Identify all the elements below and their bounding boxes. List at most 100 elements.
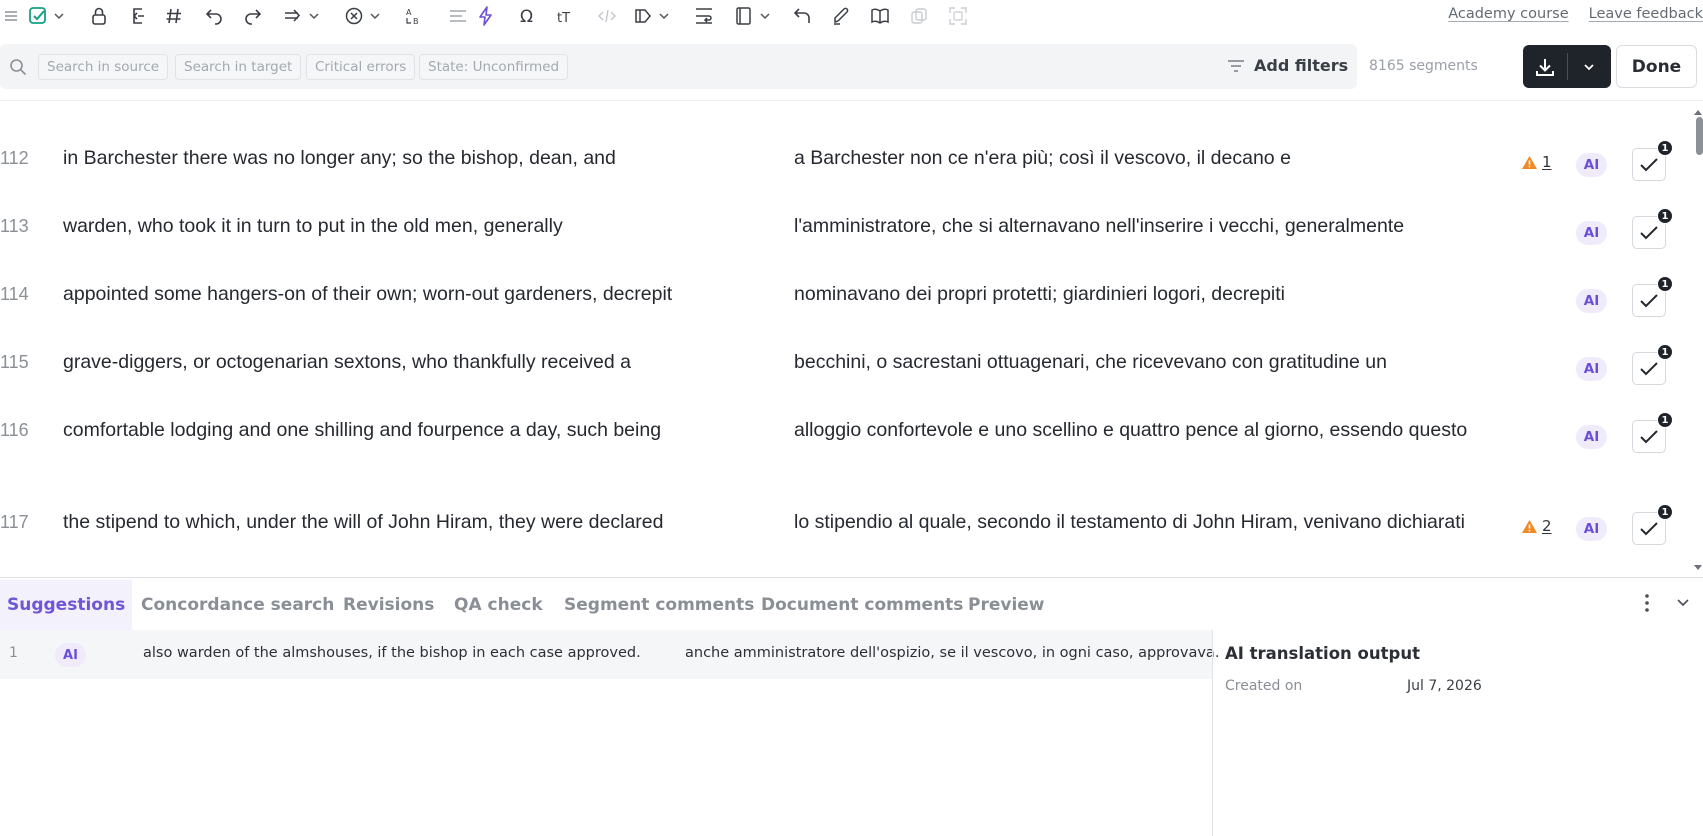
duplicate-icon[interactable]: [909, 4, 929, 28]
segment-source: comfortable lodging and one shilling and…: [63, 419, 662, 441]
done-button[interactable]: Done: [1616, 45, 1697, 88]
more-options-icon[interactable]: [1640, 592, 1654, 618]
segment-number: 117: [0, 512, 29, 532]
lock-icon[interactable]: [90, 4, 108, 28]
undo-icon[interactable]: [204, 4, 224, 28]
check-icon: [1640, 429, 1658, 443]
segment-target[interactable]: l'amministratore, che si alternavano nel…: [794, 214, 1474, 239]
tab-revisions[interactable]: Revisions: [336, 580, 441, 630]
search-in-target-chip[interactable]: Search in target: [175, 54, 302, 80]
ai-badge: AI: [1576, 425, 1607, 449]
segment-row[interactable]: 114 appointed some hangers-on of their o…: [0, 276, 1703, 344]
chevron-down-icon: [1584, 63, 1594, 70]
confirm-count-badge: 1: [1657, 504, 1673, 520]
add-filters-label: Add filters: [1254, 56, 1349, 75]
copy-source-icon[interactable]: [283, 4, 323, 28]
reader-icon[interactable]: [870, 4, 890, 28]
warning-icon: [1522, 155, 1537, 169]
svg-text:B: B: [413, 17, 419, 26]
tag-icon[interactable]: [633, 4, 673, 28]
code-icon[interactable]: [597, 4, 617, 28]
redo-icon[interactable]: [243, 4, 263, 28]
segment-target[interactable]: alloggio confortevole e uno scellino e q…: [794, 418, 1474, 443]
svg-text:Ω: Ω: [520, 7, 533, 26]
confirm-count-badge: 1: [1657, 208, 1673, 224]
confirm-count-badge: 1: [1657, 412, 1673, 428]
fullscreen-icon[interactable]: [948, 4, 968, 28]
segment-target[interactable]: lo stipendio al quale, secondo il testam…: [794, 510, 1474, 535]
suggestion-row[interactable]: 1 AI also warden of the almshouses, if t…: [0, 630, 1219, 679]
menu-icon[interactable]: [4, 4, 18, 28]
ai-badge: AI: [1576, 221, 1607, 245]
details-title: AI translation output: [1225, 644, 1420, 663]
svg-text:tT: tT: [557, 11, 570, 26]
confirm-count-badge: 1: [1657, 344, 1673, 360]
check-icon: [1640, 293, 1658, 307]
scroll-down-icon[interactable]: [1693, 560, 1703, 576]
ai-badge: AI: [1576, 517, 1607, 541]
download-button-group: [1523, 45, 1611, 88]
tab-suggestions[interactable]: Suggestions: [0, 580, 133, 630]
search-in-source-chip[interactable]: Search in source: [38, 54, 169, 80]
tab-qa-check[interactable]: QA check: [447, 580, 550, 630]
add-filters-button[interactable]: Add filters: [1227, 56, 1348, 75]
qa-warning-count: 1: [1542, 153, 1552, 171]
hashtag-icon[interactable]: [165, 4, 183, 28]
align-icon[interactable]: [448, 4, 468, 28]
academy-course-link[interactable]: Academy course: [1448, 6, 1568, 22]
omega-icon[interactable]: Ω: [518, 4, 538, 28]
collapse-panel-icon[interactable]: [1675, 594, 1691, 614]
scrollbar-thumb[interactable]: [1696, 117, 1703, 155]
segment-row[interactable]: 117 the stipend to which, under the will…: [0, 504, 1703, 578]
join-segments-icon[interactable]: [128, 4, 146, 28]
download-options-button[interactable]: [1567, 45, 1611, 88]
tab-document-comments[interactable]: Document comments: [754, 580, 970, 630]
bottom-panel-tabs: Suggestions Concordance search Revisions…: [0, 580, 1703, 630]
details-divider: [1212, 630, 1213, 836]
tag-case-icon[interactable]: AB: [404, 4, 424, 28]
segment-target[interactable]: a Barchester non ce n'era più; così il v…: [794, 146, 1474, 171]
qa-warning[interactable]: 2: [1521, 517, 1552, 535]
filter-icon: [1228, 59, 1244, 72]
segment-count: 8165 segments: [1369, 58, 1478, 74]
created-on-label: Created on: [1225, 678, 1303, 694]
segment-row[interactable]: 116 comfortable lodging and one shilling…: [0, 412, 1703, 504]
segment-source: in Barchester there was no longer any; s…: [63, 147, 616, 169]
segment-source: warden, who took it in turn to put in th…: [63, 215, 563, 237]
check-icon: [1640, 157, 1658, 171]
suggestions-list: 1 AI also warden of the almshouses, if t…: [0, 630, 1219, 836]
state-unconfirmed-chip[interactable]: State: Unconfirmed: [419, 54, 569, 80]
book-icon[interactable]: [734, 4, 774, 28]
qa-warning-count: 2: [1542, 517, 1552, 535]
ai-badge: AI: [55, 643, 86, 667]
tab-segment-comments[interactable]: Segment comments: [557, 580, 761, 630]
wrap-icon[interactable]: [694, 4, 714, 28]
lightning-icon[interactable]: [476, 4, 496, 28]
ai-badge: AI: [1576, 153, 1607, 177]
tab-concordance-search[interactable]: Concordance search: [134, 580, 341, 630]
leave-feedback-link[interactable]: Leave feedback: [1589, 6, 1703, 22]
qa-warning[interactable]: 1: [1521, 153, 1552, 171]
revert-icon[interactable]: [793, 4, 813, 28]
toolbar-links: Academy course Leave feedback: [1448, 6, 1703, 22]
segment-row[interactable]: 112 in Barchester there was no longer an…: [0, 140, 1703, 208]
confirm-count-badge: 1: [1657, 276, 1673, 292]
tab-preview[interactable]: Preview: [961, 580, 1052, 630]
confirm-check-icon[interactable]: [28, 4, 68, 28]
segment-grid: AI 112 in Barchester there was no longer…: [0, 100, 1703, 578]
suggestion-details: AI translation output Created on Jul 7, …: [1225, 644, 1695, 694]
ai-badge: AI: [1576, 289, 1607, 313]
critical-errors-chip[interactable]: Critical errors: [306, 54, 416, 80]
segment-target[interactable]: nominavano dei propri protetti; giardini…: [794, 282, 1474, 307]
clear-icon[interactable]: [344, 4, 384, 28]
text-format-icon[interactable]: tT: [557, 4, 577, 28]
segment-number: 112: [0, 148, 29, 168]
editor-toolbar: AB Ω tT Academy course Leave feedback: [0, 0, 1703, 32]
segment-target[interactable]: becchini, o sacrestani ottuagenari, che …: [794, 350, 1474, 375]
search-icon[interactable]: [9, 58, 27, 80]
segment-number: 113: [0, 216, 29, 236]
segment-row[interactable]: 115 grave-diggers, or octogenarian sexto…: [0, 344, 1703, 412]
pen-icon[interactable]: [831, 4, 851, 28]
segment-row[interactable]: 113 warden, who took it in turn to put i…: [0, 208, 1703, 276]
download-button[interactable]: [1523, 45, 1567, 88]
